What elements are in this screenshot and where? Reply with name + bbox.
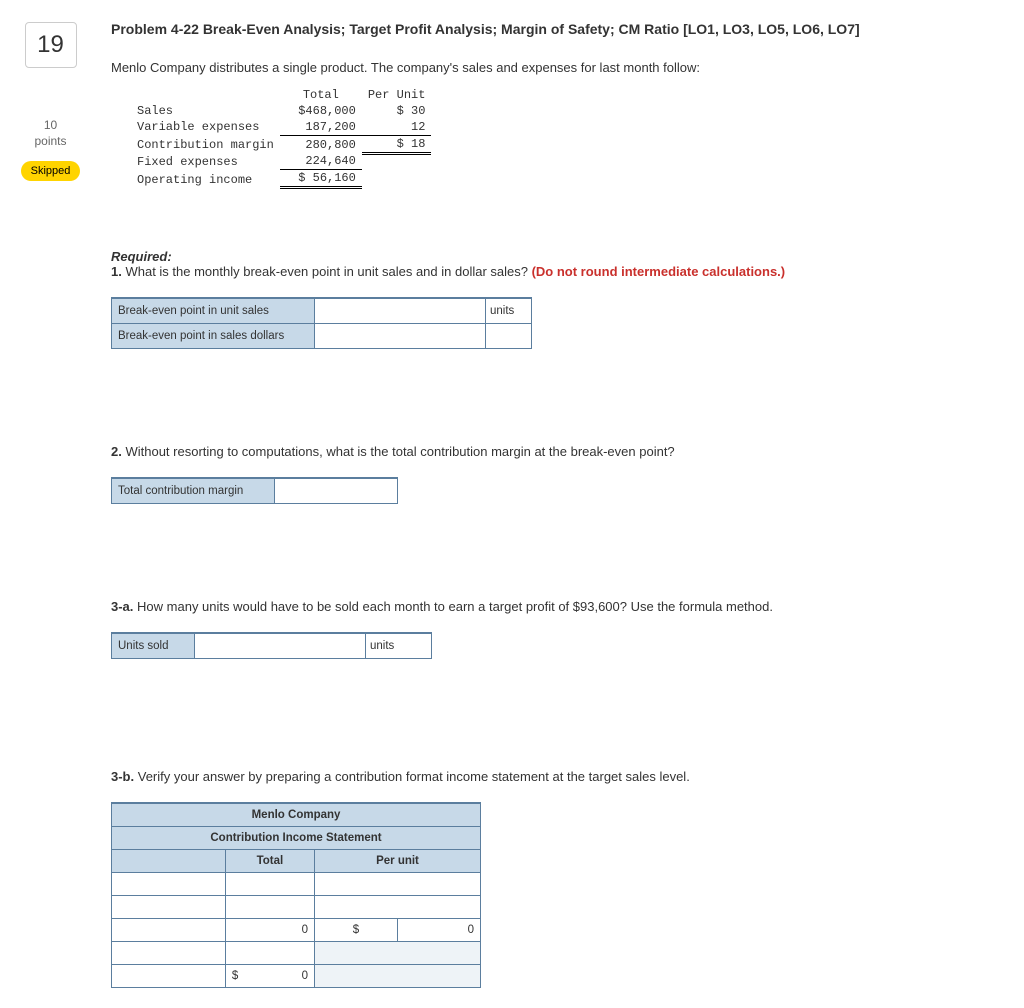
val-varex: 187,200: [280, 119, 362, 136]
q1-row1-unit: units: [486, 298, 532, 324]
q3b-h1: Menlo Company: [112, 803, 481, 827]
q3b-num: 3-b.: [111, 769, 134, 784]
problem-title: Problem 4-22 Break-Even Analysis; Target…: [111, 20, 974, 40]
q3a-num: 3-a.: [111, 599, 133, 614]
q2-row-label: Total contribution margin: [112, 478, 275, 504]
val-cm: 280,800: [280, 135, 362, 153]
q3a-row-input[interactable]: [201, 637, 363, 655]
question-number-box: 19: [25, 22, 77, 68]
val-oi: $ 56,160: [280, 170, 362, 188]
question-body: Problem 4-22 Break-Even Analysis; Target…: [93, 20, 1004, 988]
q3b-r2-total[interactable]: [232, 898, 312, 916]
intro-text: Menlo Company distributes a single produ…: [111, 60, 974, 75]
q3a-row-label: Units sold: [112, 633, 195, 659]
q1-text: What is the monthly break-even point in …: [125, 264, 531, 279]
q3a-text: How many units would have to be sold eac…: [137, 599, 773, 614]
points-value: 10: [8, 118, 93, 134]
q3b-r3-dollar: $: [314, 919, 397, 942]
question-sidebar: 19 10 points Skipped: [8, 20, 93, 988]
q3b-col-pu: Per unit: [314, 850, 480, 873]
q1-num: 1.: [111, 264, 122, 279]
row-oi: Operating income: [131, 170, 280, 188]
q3b-h2: Contribution Income Statement: [112, 827, 481, 850]
q3b-r1-total[interactable]: [232, 875, 312, 893]
q3b-r3-pu: 0: [398, 919, 481, 942]
q1-row1-label: Break-even point in unit sales: [112, 298, 315, 324]
q3b-r3-label[interactable]: [118, 921, 223, 939]
q3b-r4-label[interactable]: [118, 944, 223, 962]
q1-row1-input[interactable]: [321, 302, 483, 320]
q3b-r2-pu[interactable]: [321, 898, 478, 916]
q3b-r2-label[interactable]: [118, 898, 223, 916]
q2-text: Without resorting to computations, what …: [125, 444, 674, 459]
q3b-income-statement: Menlo Company Contribution Income Statem…: [111, 802, 481, 988]
required-block: Required: 1. What is the monthly break-e…: [111, 249, 974, 279]
q3b-r4-total[interactable]: [232, 944, 312, 962]
q3b-text: Verify your answer by preparing a contri…: [138, 769, 690, 784]
income-table: Total Per Unit Sales $468,000 $ 30 Varia…: [131, 87, 431, 190]
q3b-r5-total: 0: [302, 970, 308, 982]
q3b-col-total: Total: [225, 850, 314, 873]
q2-answer-table: Total contribution margin: [111, 477, 398, 504]
row-cm: Contribution margin: [131, 135, 280, 153]
q3a-answer-table: Units sold units: [111, 632, 432, 659]
row-varex: Variable expenses: [131, 119, 280, 136]
q1-row2-unit: [486, 324, 532, 349]
row-fixed: Fixed expenses: [131, 153, 280, 170]
skipped-badge: Skipped: [21, 161, 81, 181]
q3b-r5-label[interactable]: [118, 967, 223, 985]
q2-row-input[interactable]: [281, 482, 395, 500]
points-label: 10 points: [8, 118, 93, 149]
points-word: points: [8, 134, 93, 150]
required-heading: Required:: [111, 249, 172, 264]
q3a-block: 3-a. How many units would have to be sol…: [111, 599, 974, 614]
row-sales: Sales: [131, 103, 280, 119]
pu-sales: $ 30: [362, 103, 432, 119]
q2-num: 2.: [111, 444, 122, 459]
q3a-row-unit: units: [366, 633, 432, 659]
pu-cm: $ 18: [362, 135, 432, 153]
q3b-r1-pu[interactable]: [321, 875, 478, 893]
q2-block: 2. Without resorting to computations, wh…: [111, 444, 974, 459]
q3b-r1-label[interactable]: [118, 875, 223, 893]
q3b-block: 3-b. Verify your answer by preparing a c…: [111, 769, 974, 784]
val-sales: $468,000: [280, 103, 362, 119]
col-total: Total: [280, 87, 362, 103]
q1-row2-label: Break-even point in sales dollars: [112, 324, 315, 349]
pu-varex: 12: [362, 119, 432, 136]
q3b-r3-total: 0: [225, 919, 314, 942]
q1-row2-input[interactable]: [321, 327, 483, 345]
q1-warning: (Do not round intermediate calculations.…: [532, 264, 786, 279]
val-fixed: 224,640: [280, 153, 362, 170]
col-per-unit: Per Unit: [362, 87, 432, 103]
q3b-r5-dollar: $: [232, 970, 238, 982]
q1-answer-table: Break-even point in unit sales units Bre…: [111, 297, 532, 349]
